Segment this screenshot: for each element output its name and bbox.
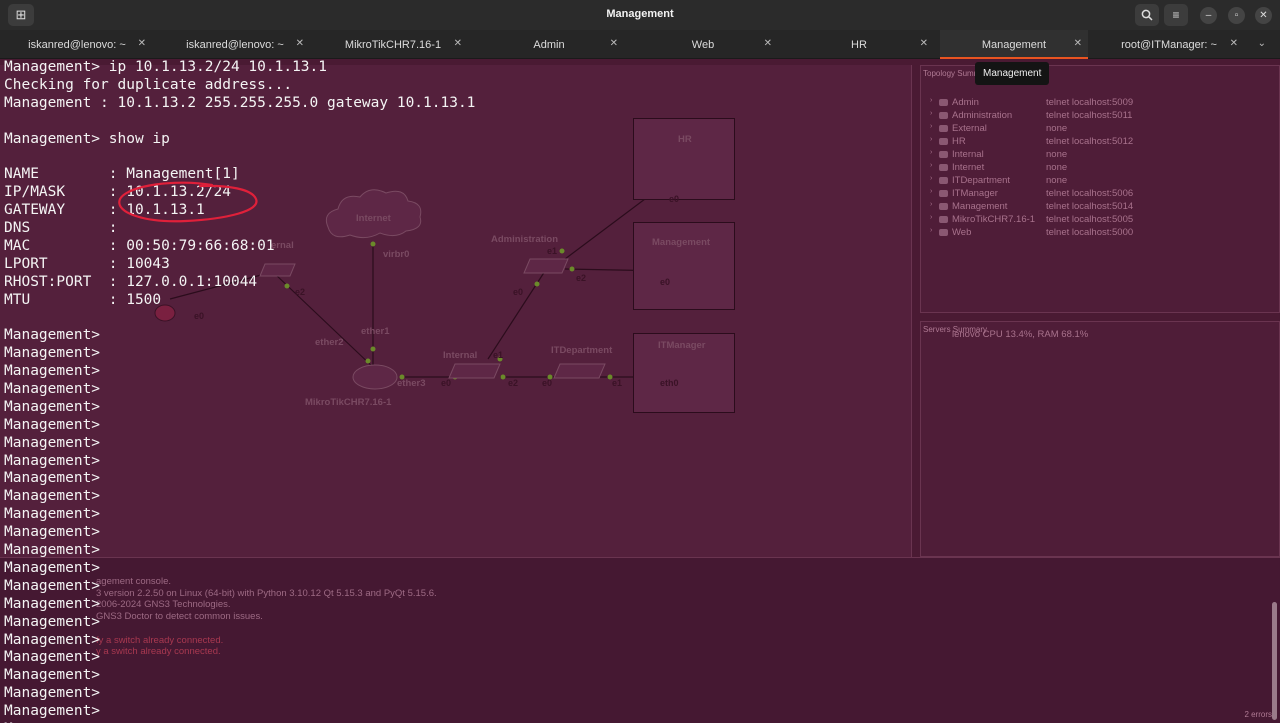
terminal-line: MAC : 00:50:79:66:68:01: [4, 237, 275, 254]
tab-close-icon[interactable]: ✕: [1230, 38, 1238, 49]
terminal-line: Management>: [4, 488, 101, 505]
tab-label: MikroTikCHR7.16-1: [344, 38, 442, 51]
tab-close-icon[interactable]: ✕: [764, 38, 772, 49]
terminal-line: Management>: [4, 685, 101, 702]
tab-iskanred-2[interactable]: iskanred@lenovo: ~ ✕: [160, 30, 310, 59]
title-bar: ⊞ Management ≡ – ▫ ✕: [0, 0, 1280, 30]
terminal-line: Management>: [4, 452, 101, 469]
maximize-icon[interactable]: ▫: [1228, 7, 1245, 24]
tab-label: Admin: [533, 38, 565, 51]
minimize-icon[interactable]: –: [1200, 7, 1217, 24]
terminal-line: Management>: [4, 381, 101, 398]
tab-label: iskanred@lenovo: ~: [28, 38, 126, 51]
terminal-line: RHOST:PORT : 127.0.0.1:10044: [4, 273, 258, 290]
tab-tooltip: Management: [975, 62, 1050, 85]
terminal-line: Management>: [4, 506, 101, 523]
terminal-line: Management>: [4, 613, 101, 630]
tab-web[interactable]: Web ✕: [628, 30, 778, 59]
tab-label: Management: [981, 38, 1047, 51]
terminal-line: Management>: [4, 327, 101, 344]
terminal-line: Management>: [4, 434, 101, 451]
tab-close-icon[interactable]: ✕: [920, 38, 928, 49]
tab-label: iskanred@lenovo: ~: [186, 38, 284, 51]
terminal-line: Management>: [4, 703, 101, 720]
terminal-line: MTU : 1500: [4, 291, 162, 308]
tab-close-icon[interactable]: ✕: [296, 38, 304, 49]
tab-close-icon[interactable]: ✕: [1074, 38, 1082, 49]
tab-admin[interactable]: Admin ✕: [474, 30, 624, 59]
tab-hr[interactable]: HR ✕: [784, 30, 934, 59]
terminal-line: Management>: [4, 470, 101, 487]
terminal-line: Management> ip 10.1.13.2/24 10.1.13.1: [4, 59, 328, 75]
tab-label: root@ITManager: ~: [1121, 38, 1217, 51]
tab-management[interactable]: Management ✕: [940, 30, 1088, 59]
terminal-line: Management>: [4, 649, 101, 666]
tab-label: Web: [691, 38, 715, 51]
terminal-line: LPORT : 10043: [4, 255, 170, 272]
hamburger-menu-icon[interactable]: ≡: [1164, 4, 1188, 26]
terminal-line: Management>: [4, 524, 101, 541]
terminal-line: Management>: [4, 363, 101, 380]
terminal-line: Management> show ip: [4, 130, 170, 147]
terminal-line: Management>: [4, 542, 101, 559]
terminal-line: Management>: [4, 631, 101, 648]
chevron-down-icon[interactable]: ⌄: [1258, 38, 1266, 49]
terminal-line: Checking for duplicate address...: [4, 76, 293, 93]
tab-label: HR: [851, 38, 867, 51]
terminal-line: Management>: [4, 416, 101, 433]
tab-itmanager[interactable]: root@ITManager: ~ ✕: [1094, 30, 1244, 59]
terminal-scrollbar[interactable]: [1272, 602, 1277, 720]
tab-close-icon[interactable]: ✕: [454, 38, 462, 49]
window-title: Management: [606, 8, 674, 20]
terminal-line: Management>: [4, 559, 101, 576]
terminal-line: Management>: [4, 577, 101, 594]
terminal-line: Management>: [4, 595, 101, 612]
close-icon[interactable]: ✕: [1255, 7, 1272, 24]
terminal-line: Management>: [4, 667, 101, 684]
tab-bar: iskanred@lenovo: ~ ✕ iskanred@lenovo: ~ ✕ …: [0, 30, 1280, 59]
tab-close-icon[interactable]: ✕: [138, 38, 146, 49]
tab-mikrotik[interactable]: MikroTikCHR7.16-1 ✕: [318, 30, 468, 59]
terminal-line: Management>: [4, 398, 101, 415]
tab-close-icon[interactable]: ✕: [610, 38, 618, 49]
tab-iskanred-1[interactable]: iskanred@lenovo: ~ ✕: [2, 30, 152, 59]
terminal-output[interactable]: Management> ip 10.1.13.2/24 10.1.13.1 Che…: [4, 59, 1280, 723]
annotation-circle: [118, 181, 258, 223]
terminal-line: Management>: [4, 345, 101, 362]
search-icon[interactable]: [1135, 4, 1159, 26]
terminal-line: Management : 10.1.13.2 255.255.255.0 gat…: [4, 94, 476, 111]
